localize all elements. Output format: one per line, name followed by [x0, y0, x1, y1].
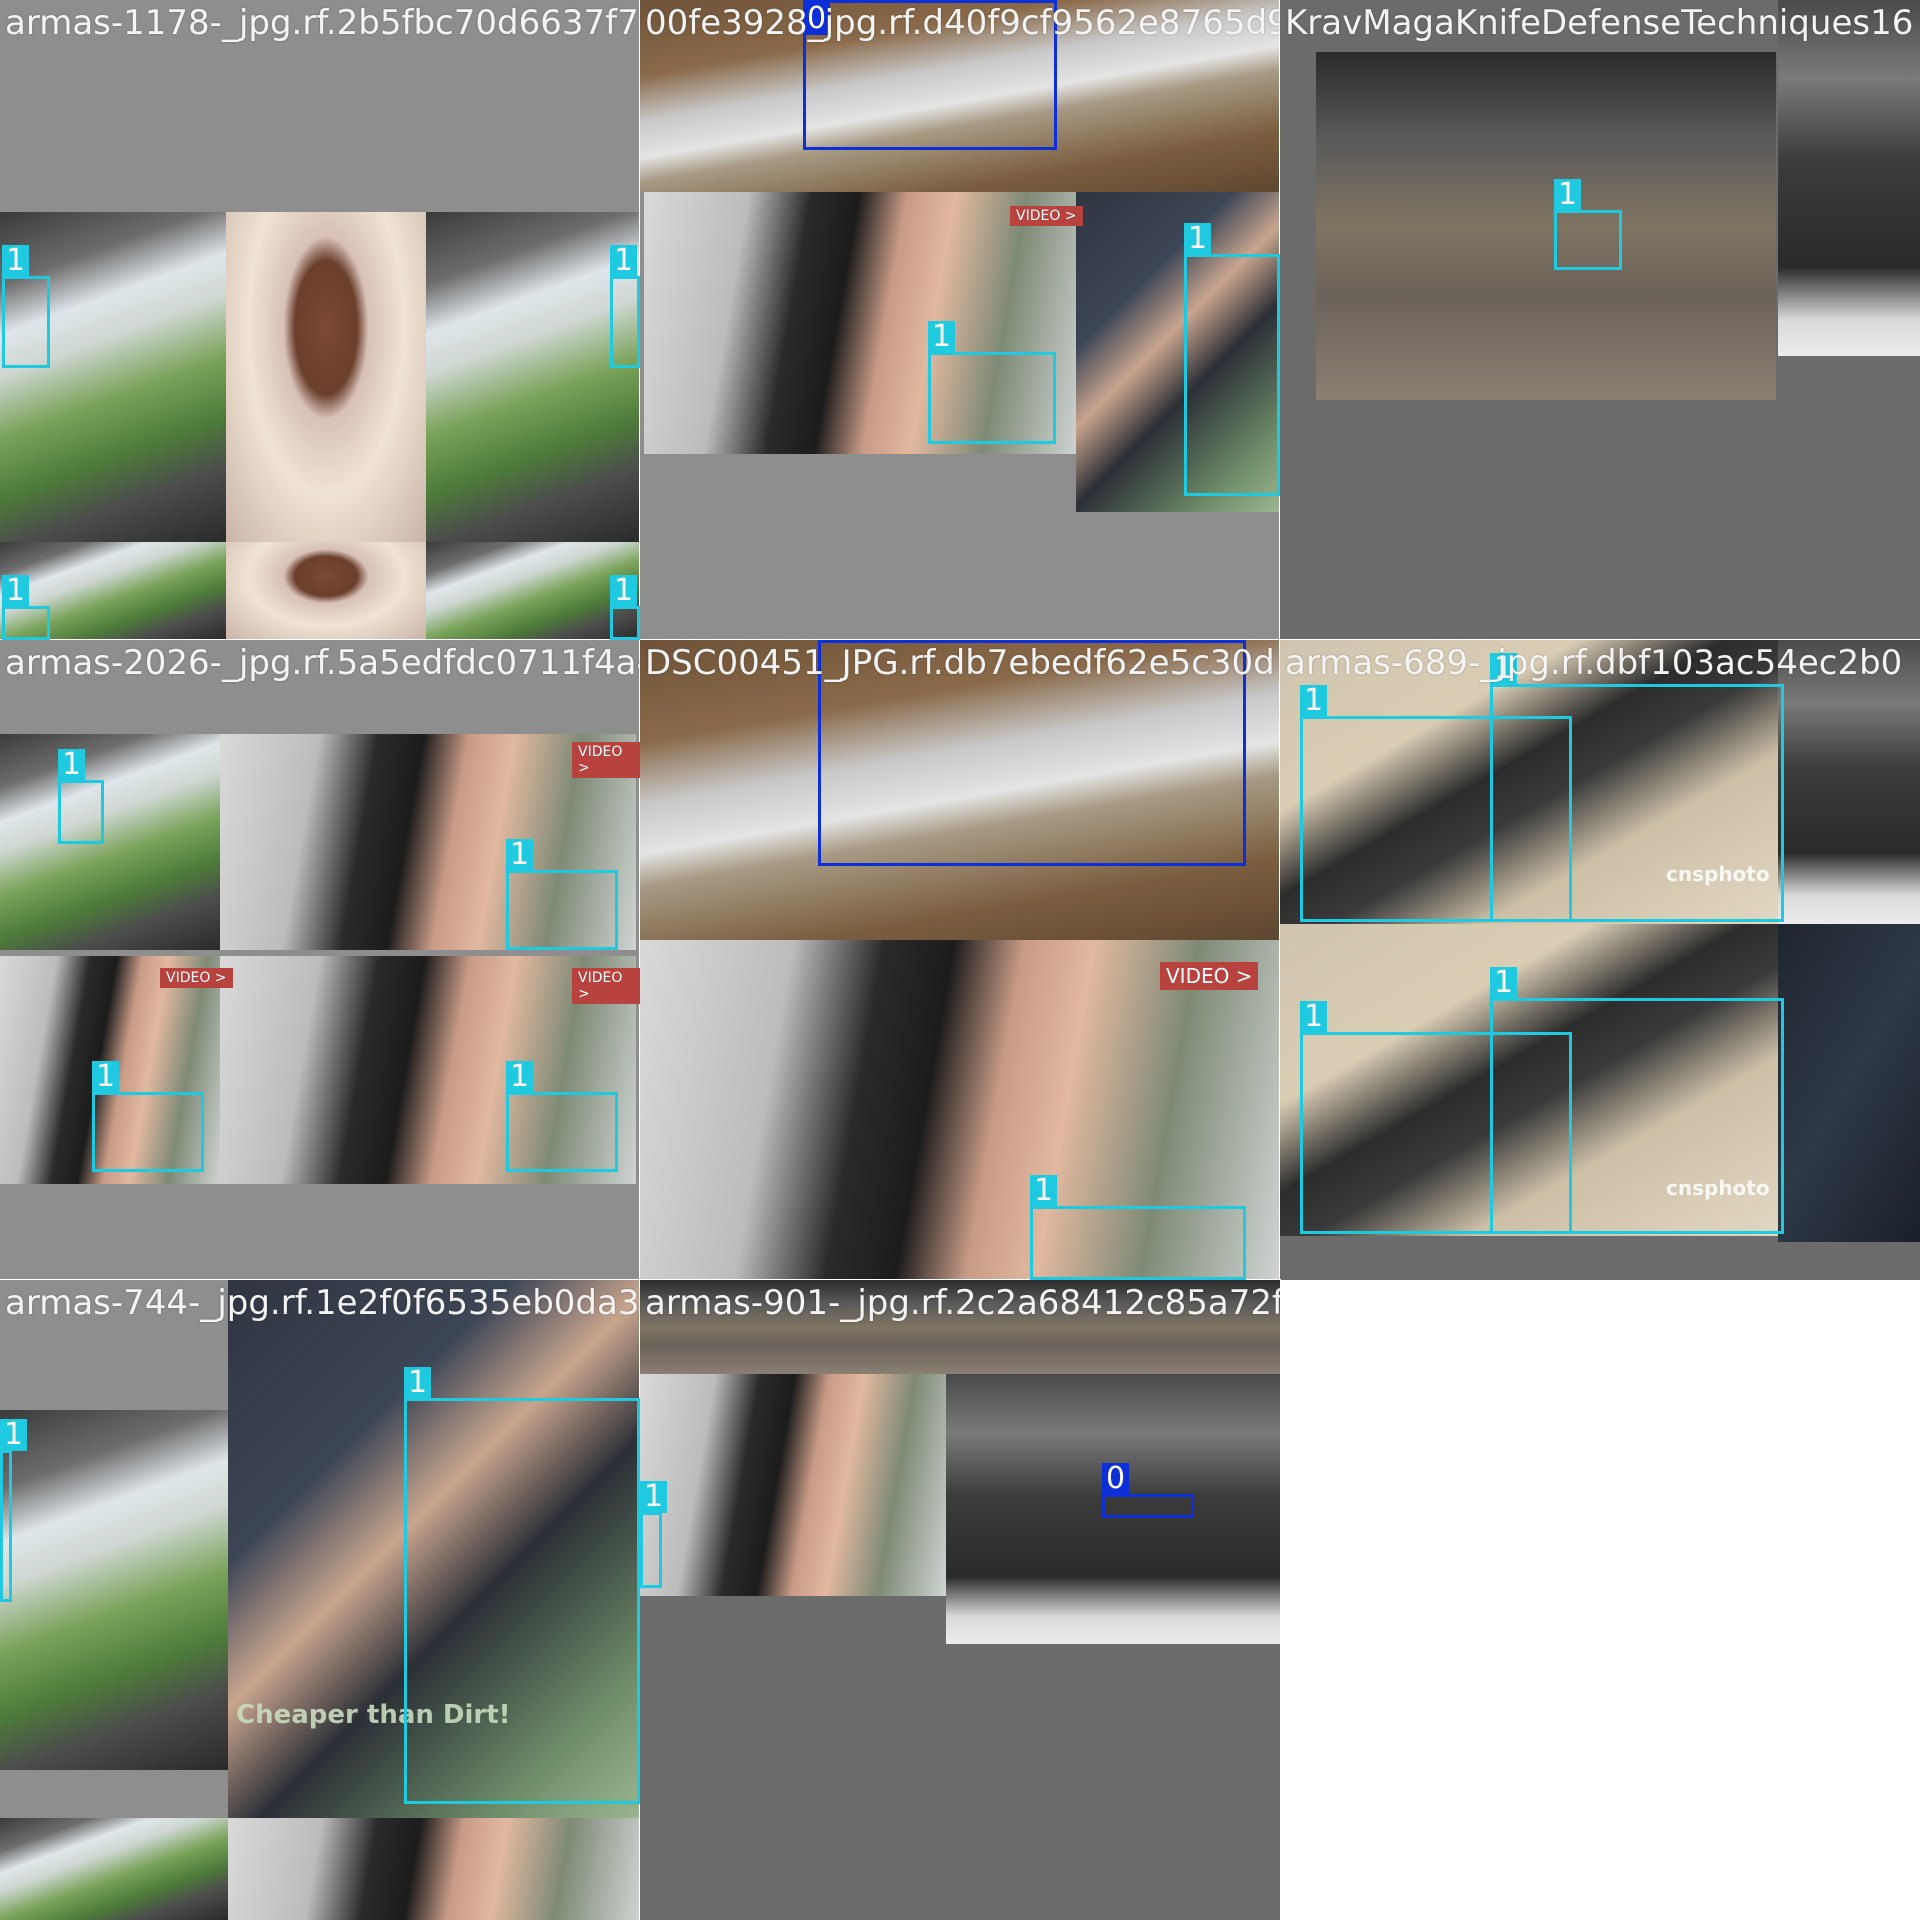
- tile-filename: KravMagaKnifeDefenseTechniques16: [1285, 3, 1914, 43]
- tile-filename: armas-2026-_jpg.rf.5a5edfdc0711f4a4: [5, 643, 640, 683]
- selfie-gun-photo: [228, 1818, 640, 1920]
- car-photo: [0, 734, 220, 950]
- pistol-bbox: 1: [610, 575, 640, 640]
- mosaic-tile: KravMagaKnifeDefenseTechniques16 1: [1279, 0, 1920, 641]
- car-photo: [426, 212, 640, 542]
- pistol-bbox: 1: [2, 245, 50, 368]
- pistol-bbox: 1: [2, 575, 50, 640]
- car-photo: [0, 1818, 228, 1920]
- mosaic-tile: VIDEO > DSC00451_JPG.rf.db7ebedf62e5c30d…: [639, 639, 1281, 1281]
- pistol-bbox: 1: [1554, 179, 1622, 270]
- video-badge: VIDEO >: [160, 968, 233, 988]
- mosaic-tile: Cheaper than Dirt! armas-744-_jpg.rf.1e2…: [0, 1279, 641, 1920]
- mosaic-tile: armas-2026-_jpg.rf.5a5edfdc0711f4a4 VIDE…: [0, 639, 641, 1281]
- pistol-bbox: 1: [92, 1061, 204, 1172]
- pistol-bbox: 1: [0, 1419, 28, 1602]
- pistol-bbox: 1: [610, 245, 640, 368]
- video-badge: VIDEO >: [1010, 206, 1083, 226]
- car-photo: [426, 542, 640, 640]
- pistol-bbox: 1: [1490, 653, 1784, 922]
- selfie-gun-photo: [640, 1374, 946, 1596]
- pistol-bbox: 1: [928, 321, 1056, 444]
- pistol-bbox: 1: [1490, 967, 1784, 1234]
- video-badge: VIDEO >: [1160, 962, 1259, 990]
- pistol-bbox: 1: [404, 1367, 640, 1804]
- tile-filename: armas-901-_jpg.rf.2c2a68412c85a72fe215ae: [645, 1283, 1280, 1323]
- pistol-bbox: 1: [506, 1061, 618, 1172]
- car-photo: [0, 1410, 228, 1770]
- jacket-photo: [1778, 924, 1920, 1242]
- tile-filename: armas-1178-_jpg.rf.2b5fbc70d6637f79: [5, 3, 640, 43]
- video-badge: VIDEO >: [572, 968, 640, 1004]
- car-photo: [0, 212, 226, 542]
- mosaic-tile: VIDEO > 00fe3928_jpg.rf.d40f9cf9562e8765…: [639, 0, 1281, 641]
- mosaic-grid: armas-1178-_jpg.rf.2b5fbc70d6637f79 1 1 …: [0, 0, 1920, 1920]
- pistol-bbox: 1: [506, 839, 618, 950]
- pistol-bbox: 1: [1184, 223, 1280, 496]
- knife-bbox: 0: [1102, 1463, 1194, 1518]
- pistol-bbox: 1: [640, 1481, 668, 1588]
- tile-filename: 00fe3928_jpg.rf.d40f9cf9562e8765d96a73: [645, 3, 1280, 43]
- portrait-photo: [226, 212, 426, 542]
- tile-filename: armas-744-_jpg.rf.1e2f0f6535eb0da3f: [5, 1283, 640, 1323]
- garage-photo: [1778, 0, 1920, 356]
- empty-tile: [1280, 1280, 1920, 1920]
- video-badge: VIDEO >: [572, 742, 640, 778]
- mosaic-tile: armas-901-_jpg.rf.2c2a68412c85a72fe215ae…: [639, 1279, 1281, 1920]
- tile-filename: DSC00451_JPG.rf.db7ebedf62e5c30d: [645, 643, 1275, 683]
- pistol-bbox: 1: [58, 749, 104, 844]
- tile-filename: armas-689-_jpg.rf.dbf103ac54ec2b0: [1285, 643, 1903, 683]
- portrait-photo: [226, 542, 426, 640]
- pistol-bbox: 1: [1030, 1175, 1246, 1280]
- mosaic-tile: cnsphoto cnsphoto armas-689-_jpg.rf.dbf1…: [1279, 639, 1920, 1281]
- mosaic-tile: armas-1178-_jpg.rf.2b5fbc70d6637f79 1 1 …: [0, 0, 641, 641]
- store-robbery-photo: [1316, 52, 1776, 400]
